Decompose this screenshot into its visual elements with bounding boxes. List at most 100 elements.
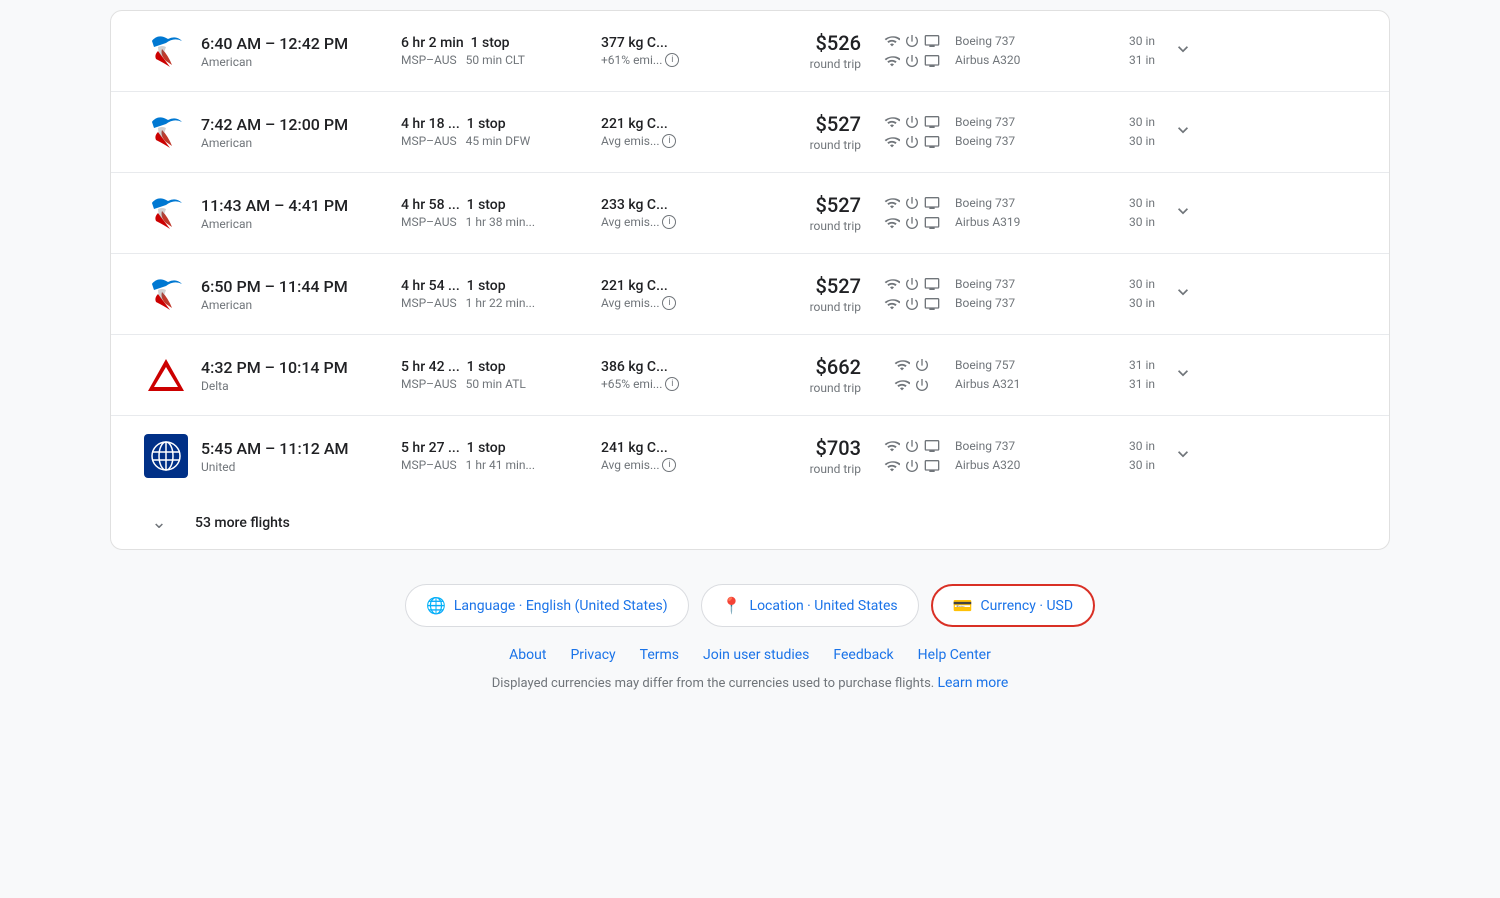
airline-name: Delta [201, 379, 401, 393]
aircraft1: Boeing 737 [955, 113, 1085, 132]
emissions-sub: +65% emi... i [601, 377, 741, 391]
aircraft1: Boeing 757 [955, 356, 1085, 375]
flight-row[interactable]: 7:42 AM – 12:00 PM American 4 hr 18 ... … [111, 92, 1389, 173]
info-icon[interactable]: i [662, 134, 676, 148]
price-label: round trip [741, 462, 861, 476]
flight-times-col: 7:42 AM – 12:00 PM American [201, 115, 401, 150]
privacy-link[interactable]: Privacy [570, 647, 615, 663]
flight-times: 6:40 AM – 12:42 PM [201, 34, 401, 53]
wifi-icon-row1 [884, 276, 900, 292]
airline-logo [131, 434, 201, 478]
info-icon[interactable]: i [665, 53, 679, 67]
wifi-icon-row1 [884, 195, 900, 211]
wifi-icon-row1 [884, 114, 900, 130]
location-button[interactable]: 📍 Location · United States [701, 584, 919, 627]
expand-button[interactable] [1163, 39, 1203, 64]
flight-price: $527 [741, 112, 861, 136]
flight-aircraft-col: Boeing 757 Airbus A321 [955, 356, 1085, 394]
footer: 🌐 Language · English (United States) 📍 L… [110, 574, 1390, 711]
currency-button[interactable]: 💳 Currency · USD [931, 584, 1095, 627]
flight-duration-col: 4 hr 58 ... 1 stop MSP–AUS 1 hr 38 min..… [401, 197, 601, 229]
power-icon-row2 [904, 458, 920, 474]
chevron-down-icon [1173, 444, 1193, 469]
flight-duration: 4 hr 54 ... 1 stop [401, 278, 601, 294]
flight-row[interactable]: 6:50 PM – 11:44 PM American 4 hr 54 ... … [111, 254, 1389, 335]
flight-row[interactable]: 11:43 AM – 4:41 PM American 4 hr 58 ... … [111, 173, 1389, 254]
emissions-text: 377 kg C... [601, 35, 741, 51]
price-label: round trip [741, 300, 861, 314]
join-user-studies-link[interactable]: Join user studies [703, 647, 809, 663]
expand-button[interactable] [1163, 201, 1203, 226]
flight-legroom-col: 30 in 30 in [1085, 194, 1155, 232]
flight-duration: 5 hr 27 ... 1 stop [401, 440, 601, 456]
info-icon[interactable]: i [662, 296, 676, 310]
aircraft2: Airbus A320 [955, 51, 1085, 70]
footer-buttons: 🌐 Language · English (United States) 📍 L… [110, 584, 1390, 627]
flight-row[interactable]: 6:40 AM – 12:42 PM American 6 hr 2 min 1… [111, 11, 1389, 92]
aircraft2: Boeing 737 [955, 132, 1085, 151]
screen-icon-row2 [924, 53, 940, 69]
legroom1: 31 in [1085, 356, 1155, 375]
flight-times-col: 5:45 AM – 11:12 AM United [201, 439, 401, 474]
flight-route: MSP–AUS 1 hr 41 min... [401, 458, 601, 472]
flight-legroom-col: 31 in 31 in [1085, 356, 1155, 394]
expand-button[interactable] [1163, 282, 1203, 307]
aircraft1: Boeing 737 [955, 32, 1085, 51]
wifi-icon-row2 [884, 296, 900, 312]
flight-row[interactable]: 4:32 PM – 10:14 PM Delta 5 hr 42 ... 1 s… [111, 335, 1389, 416]
aircraft2: Airbus A319 [955, 213, 1085, 232]
legroom1: 30 in [1085, 32, 1155, 51]
terms-link[interactable]: Terms [640, 647, 679, 663]
flight-aircraft-col: Boeing 737 Boeing 737 [955, 275, 1085, 313]
emissions-text: 241 kg C... [601, 440, 741, 456]
wifi-icon-row2 [884, 215, 900, 231]
more-flights-row[interactable]: ⌄ 53 more flights [111, 496, 1389, 549]
flight-price: $527 [741, 274, 861, 298]
flight-times: 11:43 AM – 4:41 PM [201, 196, 401, 215]
info-icon[interactable]: i [665, 377, 679, 391]
flight-legroom-col: 30 in 31 in [1085, 32, 1155, 70]
expand-button[interactable] [1163, 444, 1203, 469]
flight-emissions-col: 241 kg C... Avg emis... i [601, 440, 741, 472]
legroom2: 30 in [1085, 294, 1155, 313]
aircraft2: Airbus A320 [955, 456, 1085, 475]
emissions-text: 221 kg C... [601, 278, 741, 294]
flight-duration-col: 6 hr 2 min 1 stop MSP–AUS 50 min CLT [401, 35, 601, 67]
power-icon-row1 [904, 195, 920, 211]
learn-more-link[interactable]: Learn more [937, 675, 1008, 691]
feedback-link[interactable]: Feedback [833, 647, 893, 663]
aircraft2: Boeing 737 [955, 294, 1085, 313]
flight-emissions-col: 377 kg C... +61% emi... i [601, 35, 741, 67]
help-center-link[interactable]: Help Center [918, 647, 991, 663]
info-icon[interactable]: i [662, 215, 676, 229]
flight-emissions-col: 386 kg C... +65% emi... i [601, 359, 741, 391]
flight-duration: 5 hr 42 ... 1 stop [401, 359, 601, 375]
flight-duration: 4 hr 18 ... 1 stop [401, 116, 601, 132]
language-button[interactable]: 🌐 Language · English (United States) [405, 584, 689, 627]
info-icon[interactable]: i [662, 458, 676, 472]
location-label: Location · United States [750, 598, 898, 614]
flight-legroom-col: 30 in 30 in [1085, 437, 1155, 475]
flight-price: $662 [741, 355, 861, 379]
screen-icon-row2 [924, 296, 940, 312]
airline-name: American [201, 217, 401, 231]
flight-aircraft-col: Boeing 737 Airbus A320 [955, 32, 1085, 70]
legroom2: 31 in [1085, 51, 1155, 70]
about-link[interactable]: About [509, 647, 546, 663]
expand-button[interactable] [1163, 363, 1203, 388]
flight-emissions-col: 233 kg C... Avg emis... i [601, 197, 741, 229]
flight-price: $527 [741, 193, 861, 217]
expand-button[interactable] [1163, 120, 1203, 145]
flight-row[interactable]: 5:45 AM – 11:12 AM United 5 hr 27 ... 1 … [111, 416, 1389, 496]
chevron-down-icon [1173, 120, 1193, 145]
chevron-down-icon [1173, 201, 1193, 226]
flight-times-col: 4:32 PM – 10:14 PM Delta [201, 358, 401, 393]
flight-amenities [877, 357, 947, 393]
aircraft1: Boeing 737 [955, 194, 1085, 213]
currency-label: Currency · USD [981, 598, 1073, 614]
price-label: round trip [741, 381, 861, 395]
emissions-sub: Avg emis... i [601, 458, 741, 472]
flight-price-col: $526 round trip [741, 31, 861, 71]
power-icon-row2 [904, 215, 920, 231]
airline-name: American [201, 55, 401, 69]
